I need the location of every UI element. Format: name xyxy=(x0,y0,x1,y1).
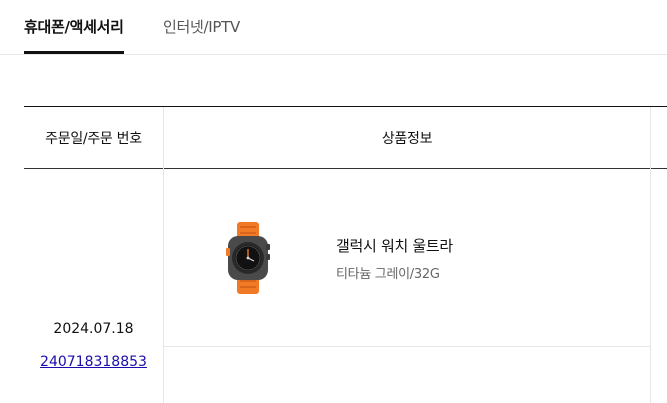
order-number-link[interactable]: 240718318853 xyxy=(24,354,163,370)
tab-internet-iptv[interactable]: 인터넷/IPTV xyxy=(163,17,240,37)
table-header: 주문일/주문 번호 상품정보 xyxy=(24,106,667,169)
smartwatch-icon xyxy=(220,220,276,296)
product-info-cell-secondary xyxy=(164,347,651,403)
order-info-cell: 2024.07.18 240718318853 xyxy=(24,168,164,403)
order-table: 주문일/주문 번호 상품정보 2024.07.18 240718318853 갤… xyxy=(24,106,667,403)
column-header-product: 상품정보 xyxy=(164,107,651,168)
column-header-order: 주문일/주문 번호 xyxy=(24,107,164,168)
product-name: 갤럭시 워치 울트라 xyxy=(336,237,453,255)
product-info-cell[interactable]: 갤럭시 워치 울트라 티타늄 그레이/32G xyxy=(164,168,651,347)
table-row: 2024.07.18 240718318853 갤럭시 워치 울트라 티타늄 그… xyxy=(24,168,667,403)
order-history-page: 휴대폰/액세서리 인터넷/IPTV 주문일/주문 번호 상품정보 2024.07… xyxy=(0,0,667,403)
tab-mobile-accessories[interactable]: 휴대폰/액세서리 xyxy=(24,17,124,54)
tab-label: 인터넷/IPTV xyxy=(163,18,240,36)
category-tabs: 휴대폰/액세서리 인터넷/IPTV xyxy=(0,0,667,55)
tab-label: 휴대폰/액세서리 xyxy=(24,18,124,36)
product-option: 티타늄 그레이/32G xyxy=(336,267,440,282)
order-date: 2024.07.18 xyxy=(53,321,134,337)
active-tab-indicator xyxy=(24,51,124,54)
